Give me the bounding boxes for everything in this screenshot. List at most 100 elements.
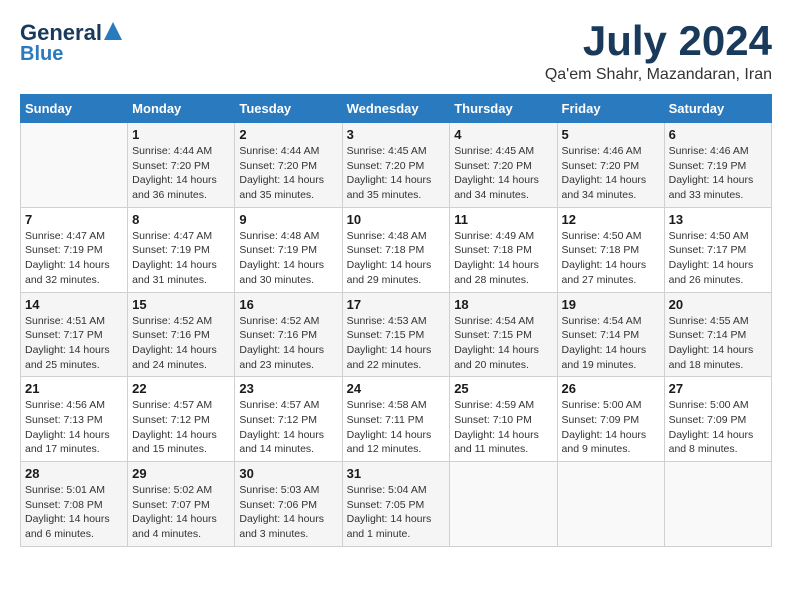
day-number: 6 bbox=[669, 127, 767, 142]
day-number: 21 bbox=[25, 381, 123, 396]
calendar-cell bbox=[557, 462, 664, 547]
day-number: 8 bbox=[132, 212, 230, 227]
day-info: Sunrise: 4:45 AM Sunset: 7:20 PM Dayligh… bbox=[347, 144, 446, 203]
day-number: 1 bbox=[132, 127, 230, 142]
day-number: 15 bbox=[132, 297, 230, 312]
calendar-cell: 27 Sunrise: 5:00 AM Sunset: 7:09 PM Dayli… bbox=[664, 377, 771, 462]
calendar-cell: 14 Sunrise: 4:51 AM Sunset: 7:17 PM Dayli… bbox=[21, 292, 128, 377]
title-block: July 2024 Qa'em Shahr, Mazandaran, Iran bbox=[545, 20, 772, 84]
calendar-cell: 31 Sunrise: 5:04 AM Sunset: 7:05 PM Dayli… bbox=[342, 462, 450, 547]
calendar-week-5: 28 Sunrise: 5:01 AM Sunset: 7:08 PM Dayli… bbox=[21, 462, 772, 547]
calendar-cell: 16Sunrise: 4:52 AM Sunset: 7:16 PM Dayli… bbox=[235, 292, 342, 377]
day-info: Sunrise: 4:55 AM Sunset: 7:14 PM Dayligh… bbox=[669, 314, 767, 373]
day-of-week-sunday: Sunday bbox=[21, 95, 128, 123]
day-number: 17 bbox=[347, 297, 446, 312]
day-number: 20 bbox=[669, 297, 767, 312]
day-info: Sunrise: 5:02 AM Sunset: 7:07 PM Dayligh… bbox=[132, 483, 230, 542]
day-number: 22 bbox=[132, 381, 230, 396]
day-info: Sunrise: 4:56 AM Sunset: 7:13 PM Dayligh… bbox=[25, 398, 123, 457]
day-number: 11 bbox=[454, 212, 552, 227]
day-of-week-wednesday: Wednesday bbox=[342, 95, 450, 123]
calendar-cell: 9 Sunrise: 4:48 AM Sunset: 7:19 PM Daylig… bbox=[235, 207, 342, 292]
calendar-cell: 26 Sunrise: 5:00 AM Sunset: 7:09 PM Dayli… bbox=[557, 377, 664, 462]
day-info: Sunrise: 4:51 AM Sunset: 7:17 PM Dayligh… bbox=[25, 314, 123, 373]
day-number: 4 bbox=[454, 127, 552, 142]
day-info: Sunrise: 4:45 AM Sunset: 7:20 PM Dayligh… bbox=[454, 144, 552, 203]
calendar-week-4: 21 Sunrise: 4:56 AM Sunset: 7:13 PM Dayli… bbox=[21, 377, 772, 462]
day-info: Sunrise: 4:54 AM Sunset: 7:14 PM Dayligh… bbox=[562, 314, 660, 373]
day-info: Sunrise: 4:58 AM Sunset: 7:11 PM Dayligh… bbox=[347, 398, 446, 457]
calendar-week-1: 1 Sunrise: 4:44 AM Sunset: 7:20 PM Daylig… bbox=[21, 123, 772, 208]
calendar-cell: 17 Sunrise: 4:53 AM Sunset: 7:15 PM Dayli… bbox=[342, 292, 450, 377]
day-number: 24 bbox=[347, 381, 446, 396]
day-info: Sunrise: 4:59 AM Sunset: 7:10 PM Dayligh… bbox=[454, 398, 552, 457]
day-info: Sunrise: 4:47 AM Sunset: 7:19 PM Dayligh… bbox=[132, 229, 230, 288]
calendar-cell: 22 Sunrise: 4:57 AM Sunset: 7:12 PM Dayli… bbox=[128, 377, 235, 462]
logo: General Blue bbox=[20, 20, 124, 65]
calendar-cell: 6Sunrise: 4:46 AM Sunset: 7:19 PM Daylig… bbox=[664, 123, 771, 208]
day-info: Sunrise: 4:57 AM Sunset: 7:12 PM Dayligh… bbox=[239, 398, 337, 457]
day-of-week-friday: Friday bbox=[557, 95, 664, 123]
day-info: Sunrise: 4:47 AM Sunset: 7:19 PM Dayligh… bbox=[25, 229, 123, 288]
calendar-cell: 8 Sunrise: 4:47 AM Sunset: 7:19 PM Daylig… bbox=[128, 207, 235, 292]
day-info: Sunrise: 5:00 AM Sunset: 7:09 PM Dayligh… bbox=[562, 398, 660, 457]
day-number: 12 bbox=[562, 212, 660, 227]
day-info: Sunrise: 4:52 AM Sunset: 7:16 PM Dayligh… bbox=[239, 314, 337, 373]
day-number: 27 bbox=[669, 381, 767, 396]
day-info: Sunrise: 4:50 AM Sunset: 7:17 PM Dayligh… bbox=[669, 229, 767, 288]
day-info: Sunrise: 4:48 AM Sunset: 7:19 PM Dayligh… bbox=[239, 229, 337, 288]
day-number: 29 bbox=[132, 466, 230, 481]
calendar-header: SundayMondayTuesdayWednesdayThursdayFrid… bbox=[21, 95, 772, 123]
page-header: General Blue July 2024 Qa'em Shahr, Maza… bbox=[20, 20, 772, 84]
calendar-cell bbox=[664, 462, 771, 547]
day-number: 13 bbox=[669, 212, 767, 227]
calendar-cell: 30 Sunrise: 5:03 AM Sunset: 7:06 PM Dayli… bbox=[235, 462, 342, 547]
day-number: 5 bbox=[562, 127, 660, 142]
calendar-cell: 18 Sunrise: 4:54 AM Sunset: 7:15 PM Dayli… bbox=[450, 292, 557, 377]
day-number: 23 bbox=[239, 381, 337, 396]
day-info: Sunrise: 4:54 AM Sunset: 7:15 PM Dayligh… bbox=[454, 314, 552, 373]
day-number: 25 bbox=[454, 381, 552, 396]
calendar-cell: 28 Sunrise: 5:01 AM Sunset: 7:08 PM Dayli… bbox=[21, 462, 128, 547]
day-info: Sunrise: 4:53 AM Sunset: 7:15 PM Dayligh… bbox=[347, 314, 446, 373]
day-number: 9 bbox=[239, 212, 337, 227]
calendar-body: 1 Sunrise: 4:44 AM Sunset: 7:20 PM Daylig… bbox=[21, 123, 772, 547]
logo-text-blue: Blue bbox=[20, 43, 63, 65]
day-of-week-thursday: Thursday bbox=[450, 95, 557, 123]
day-number: 28 bbox=[25, 466, 123, 481]
calendar-cell: 3Sunrise: 4:45 AM Sunset: 7:20 PM Daylig… bbox=[342, 123, 450, 208]
calendar-cell: 10 Sunrise: 4:48 AM Sunset: 7:18 PM Dayli… bbox=[342, 207, 450, 292]
day-info: Sunrise: 5:01 AM Sunset: 7:08 PM Dayligh… bbox=[25, 483, 123, 542]
day-info: Sunrise: 4:52 AM Sunset: 7:16 PM Dayligh… bbox=[132, 314, 230, 373]
calendar-cell: 5 Sunrise: 4:46 AM Sunset: 7:20 PM Daylig… bbox=[557, 123, 664, 208]
day-info: Sunrise: 5:03 AM Sunset: 7:06 PM Dayligh… bbox=[239, 483, 337, 542]
day-number: 14 bbox=[25, 297, 123, 312]
day-number: 31 bbox=[347, 466, 446, 481]
day-info: Sunrise: 4:44 AM Sunset: 7:20 PM Dayligh… bbox=[132, 144, 230, 203]
day-info: Sunrise: 4:44 AM Sunset: 7:20 PM Dayligh… bbox=[239, 144, 337, 203]
calendar-table: SundayMondayTuesdayWednesdayThursdayFrid… bbox=[20, 94, 772, 547]
day-info: Sunrise: 4:50 AM Sunset: 7:18 PM Dayligh… bbox=[562, 229, 660, 288]
calendar-cell: 19 Sunrise: 4:54 AM Sunset: 7:14 PM Dayli… bbox=[557, 292, 664, 377]
day-info: Sunrise: 5:04 AM Sunset: 7:05 PM Dayligh… bbox=[347, 483, 446, 542]
day-info: Sunrise: 4:57 AM Sunset: 7:12 PM Dayligh… bbox=[132, 398, 230, 457]
calendar-title: July 2024 bbox=[545, 20, 772, 62]
day-number: 18 bbox=[454, 297, 552, 312]
calendar-week-2: 7 Sunrise: 4:47 AM Sunset: 7:19 PM Daylig… bbox=[21, 207, 772, 292]
calendar-cell: 13 Sunrise: 4:50 AM Sunset: 7:17 PM Dayli… bbox=[664, 207, 771, 292]
calendar-cell: 1 Sunrise: 4:44 AM Sunset: 7:20 PM Daylig… bbox=[128, 123, 235, 208]
calendar-cell: 4 Sunrise: 4:45 AM Sunset: 7:20 PM Daylig… bbox=[450, 123, 557, 208]
day-number: 26 bbox=[562, 381, 660, 396]
day-info: Sunrise: 4:48 AM Sunset: 7:18 PM Dayligh… bbox=[347, 229, 446, 288]
day-info: Sunrise: 4:46 AM Sunset: 7:20 PM Dayligh… bbox=[562, 144, 660, 203]
calendar-cell bbox=[450, 462, 557, 547]
calendar-cell: 12 Sunrise: 4:50 AM Sunset: 7:18 PM Dayli… bbox=[557, 207, 664, 292]
day-info: Sunrise: 4:49 AM Sunset: 7:18 PM Dayligh… bbox=[454, 229, 552, 288]
day-number: 30 bbox=[239, 466, 337, 481]
calendar-cell: 25 Sunrise: 4:59 AM Sunset: 7:10 PM Dayli… bbox=[450, 377, 557, 462]
day-info: Sunrise: 5:00 AM Sunset: 7:09 PM Dayligh… bbox=[669, 398, 767, 457]
day-number: 7 bbox=[25, 212, 123, 227]
logo-icon bbox=[102, 20, 124, 42]
day-number: 10 bbox=[347, 212, 446, 227]
day-number: 19 bbox=[562, 297, 660, 312]
